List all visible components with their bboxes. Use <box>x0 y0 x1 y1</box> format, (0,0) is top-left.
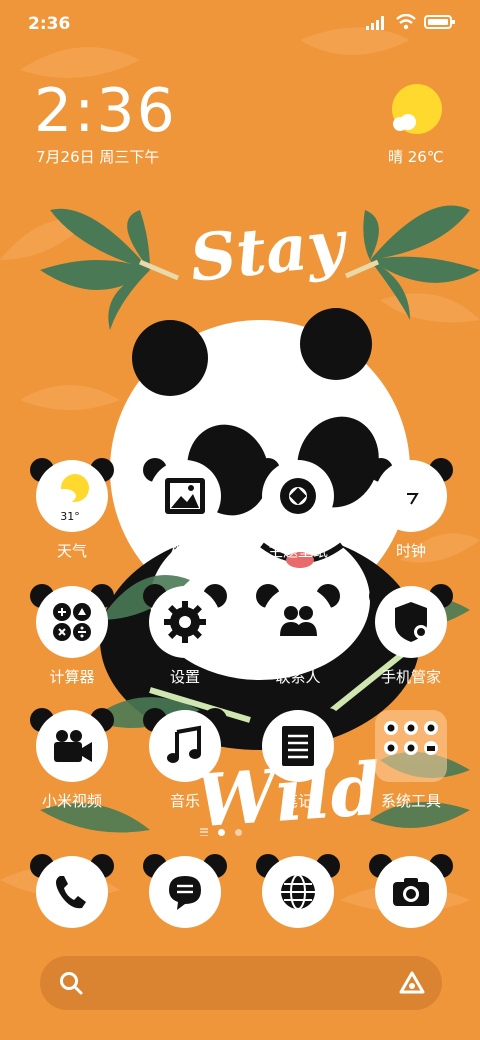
dock-camera[interactable] <box>355 854 465 966</box>
video-icon <box>36 710 108 782</box>
app-label: 小米视频 <box>41 792 102 810</box>
browser-icon <box>262 856 334 928</box>
app-folder-system-tools[interactable]: 系统工具 <box>355 710 465 820</box>
assistant-icon[interactable] <box>398 970 426 996</box>
app-gallery[interactable]: 相册 <box>129 458 239 570</box>
signal-icon <box>366 16 384 30</box>
clock-widget-time[interactable]: 2:36 <box>34 76 177 146</box>
settings-icon <box>149 586 221 658</box>
calculator-icon <box>36 586 108 658</box>
dock-messages[interactable] <box>129 854 239 966</box>
phone-icon <box>36 856 108 928</box>
app-settings[interactable]: 设置 <box>129 584 239 696</box>
notes-icon <box>262 710 334 782</box>
clock-widget-date: 7月26日 周三下午 <box>36 148 160 166</box>
svg-text:31°: 31° <box>60 510 80 523</box>
weather-icon: 31° <box>36 460 108 532</box>
contacts-icon <box>262 586 334 658</box>
app-video[interactable]: 小米视频 <box>16 708 126 820</box>
page-dot-2[interactable] <box>235 828 242 836</box>
app-security[interactable]: 手机管家 <box>355 584 465 696</box>
app-label: 联系人 <box>275 668 321 686</box>
app-label: 时钟 <box>395 542 426 560</box>
app-label: 主题壁纸 <box>267 542 328 560</box>
weather-widget-text: 晴 26℃ <box>388 148 444 166</box>
page-list-icon <box>200 828 208 836</box>
app-notes[interactable]: 笔记 <box>242 708 352 820</box>
music-icon <box>149 710 221 782</box>
app-clock[interactable]: 时钟 <box>355 458 465 570</box>
status-bar: 2:36 <box>0 0 480 48</box>
app-label: 设置 <box>169 668 200 686</box>
camera-icon <box>375 856 447 928</box>
app-label: 笔记 <box>282 792 313 810</box>
app-music[interactable]: 音乐 <box>129 708 239 820</box>
gallery-icon <box>149 460 221 532</box>
security-icon <box>375 586 447 658</box>
dock-phone[interactable] <box>16 854 126 966</box>
search-bar[interactable] <box>40 956 442 1010</box>
app-label: 天气 <box>56 542 87 560</box>
page-indicator[interactable] <box>200 828 242 836</box>
wallpaper-text-stay: Stay <box>186 206 348 297</box>
app-label: 音乐 <box>169 792 200 810</box>
page-dot-1[interactable] <box>218 828 225 836</box>
folder-icon <box>375 710 447 782</box>
app-label: 系统工具 <box>380 792 441 810</box>
app-label: 手机管家 <box>380 668 441 686</box>
status-time: 2:36 <box>28 14 71 34</box>
dock-browser[interactable] <box>242 854 352 966</box>
app-calculator[interactable]: 计算器 <box>16 584 126 696</box>
search-icon[interactable] <box>58 970 84 996</box>
cloud-icon <box>393 114 416 131</box>
app-weather[interactable]: 31° 天气 <box>16 458 126 570</box>
app-contacts[interactable]: 联系人 <box>242 584 352 696</box>
messages-icon <box>149 856 221 928</box>
wifi-icon <box>396 14 416 30</box>
app-label: 计算器 <box>49 668 95 686</box>
clock-icon <box>375 460 447 532</box>
app-theme[interactable]: 主题壁纸 <box>242 458 352 570</box>
theme-icon <box>262 460 334 532</box>
battery-icon <box>424 15 455 29</box>
app-label: 相册 <box>169 542 200 560</box>
